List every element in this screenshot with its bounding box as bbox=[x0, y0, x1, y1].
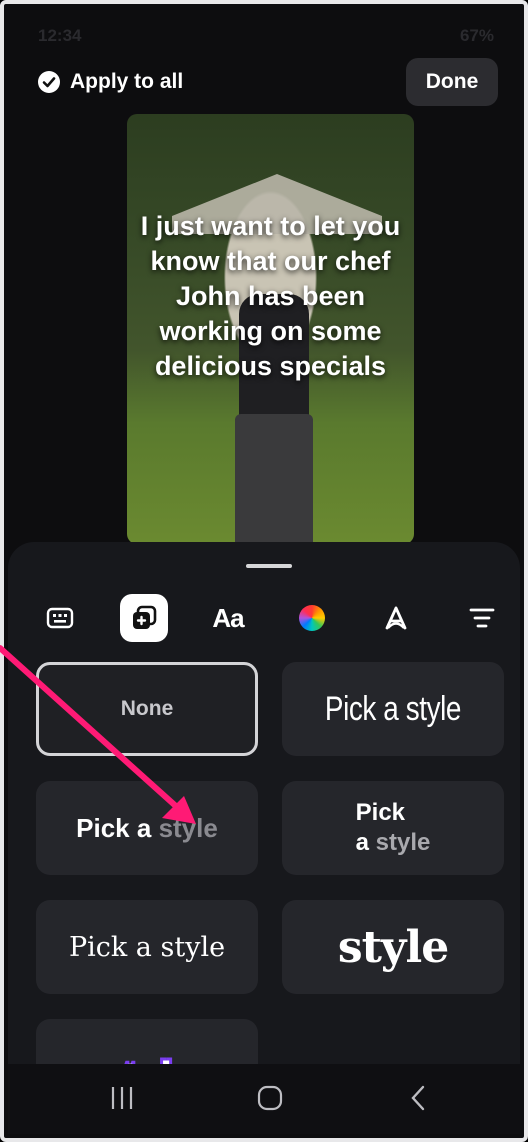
status-time: 12:34 bbox=[38, 26, 82, 45]
done-button[interactable]: Done bbox=[406, 58, 498, 106]
preview-person-legs bbox=[235, 414, 313, 544]
recent-apps-icon[interactable] bbox=[110, 1084, 134, 1117]
style-stacked[interactable]: Pick a style bbox=[282, 781, 504, 875]
apply-to-all-label: Apply to all bbox=[70, 70, 184, 93]
check-circle-icon bbox=[38, 71, 60, 93]
style-stacked-line2a: a bbox=[355, 829, 376, 856]
style-bold[interactable]: Pick a style bbox=[36, 781, 258, 875]
sheet-drag-handle[interactable] bbox=[246, 564, 292, 568]
color-icon[interactable] bbox=[288, 594, 336, 642]
style-stacked-line2b: style bbox=[375, 829, 431, 856]
status-battery: 67% bbox=[459, 26, 494, 45]
status-bar: 12:34 67% bbox=[8, 8, 520, 58]
style-stacked-line1: Pick bbox=[355, 799, 406, 826]
style-sheet: Aa None Pick a style Pick a style Pick a… bbox=[8, 542, 520, 1134]
effects-icon[interactable] bbox=[372, 594, 420, 642]
phone-frame: 12:34 67% Apply to all Done I just want … bbox=[0, 0, 528, 1142]
style-none[interactable]: None bbox=[36, 662, 258, 756]
video-preview[interactable]: I just want to let you know that our che… bbox=[127, 114, 414, 544]
system-nav-bar bbox=[8, 1064, 520, 1134]
top-bar: Apply to all Done bbox=[4, 58, 524, 108]
align-icon[interactable] bbox=[458, 594, 506, 642]
font-icon[interactable]: Aa bbox=[204, 594, 252, 642]
style-heavy[interactable]: style bbox=[282, 900, 504, 994]
home-icon[interactable] bbox=[256, 1084, 284, 1117]
apply-to-all-toggle[interactable]: Apply to all bbox=[38, 70, 183, 94]
style-bold-dim: style bbox=[158, 812, 218, 843]
keyboard-icon[interactable] bbox=[36, 594, 84, 642]
caption-text[interactable]: I just want to let you know that our che… bbox=[127, 209, 414, 384]
style-condensed[interactable]: Pick a style bbox=[282, 662, 504, 756]
text-toolbar: Aa bbox=[8, 594, 520, 644]
color-wheel bbox=[299, 605, 325, 631]
style-bold-main: Pick a bbox=[76, 812, 159, 843]
text-style-icon[interactable] bbox=[120, 594, 168, 642]
back-icon[interactable] bbox=[408, 1084, 428, 1117]
style-serif[interactable]: Pick a style bbox=[36, 900, 258, 994]
